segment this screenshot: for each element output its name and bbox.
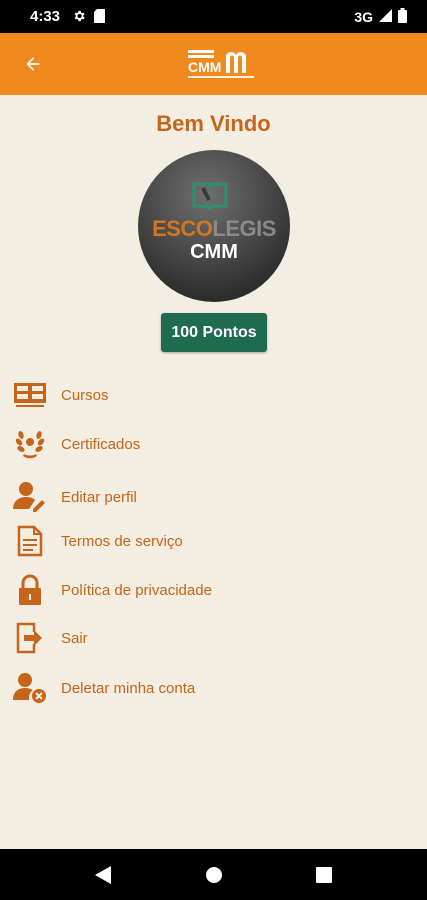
user-delete-icon <box>12 670 48 706</box>
menu-item-label: Termos de serviço <box>61 532 183 550</box>
circle-home-icon <box>206 867 222 883</box>
welcome-title: Bem Vindo <box>156 111 271 136</box>
menu-item-label: Editar perfil <box>61 488 137 506</box>
menu-item-label: Deletar minha conta <box>61 679 196 697</box>
content-area: Bem Vindo ESCOLEGIS CMM 100 Pontos Curso… <box>0 95 427 849</box>
menu-item-certificados[interactable]: Certificados <box>0 424 427 464</box>
system-nav-bar <box>0 849 427 900</box>
nav-home-button[interactable] <box>202 863 226 887</box>
network-type: 3G <box>354 9 373 25</box>
nav-back-button[interactable] <box>91 863 115 887</box>
avatar-title-legis: LEGIS <box>212 216 276 241</box>
menu-item-label: Cursos <box>61 386 109 404</box>
menu-item-label: Sair <box>61 629 88 647</box>
avatar-subtitle: CMM <box>190 241 238 263</box>
menu-item-label: Política de privacidade <box>61 581 212 599</box>
document-icon <box>12 523 48 559</box>
phone-screen: 4:33 3G CMM Bem Vindo ESCOLEGIS CMM 100 … <box>0 0 427 900</box>
status-time: 4:33 <box>30 8 61 25</box>
signal-icon <box>379 9 392 25</box>
user-edit-icon <box>12 479 48 515</box>
avatar: ESCOLEGIS CMM <box>138 150 290 302</box>
svg-text:CMM: CMM <box>188 59 221 75</box>
logout-icon <box>12 620 48 656</box>
avatar-title-esco: ESCO <box>152 216 213 241</box>
settings-icon <box>72 9 86 28</box>
menu-item-cursos[interactable]: Cursos <box>0 375 427 415</box>
book-icon <box>192 182 228 210</box>
menu-item-termos[interactable]: Termos de serviço <box>0 521 427 561</box>
menu-item-politica[interactable]: Política de privacidade <box>0 570 427 610</box>
menu-item-label: Certificados <box>61 435 141 453</box>
menu-item-sair[interactable]: Sair <box>0 618 427 658</box>
lock-icon <box>12 572 48 608</box>
nav-recents-button[interactable] <box>312 863 336 887</box>
status-bar: 4:33 3G <box>0 0 427 33</box>
app-logo: CMM <box>186 47 258 83</box>
back-button[interactable] <box>18 49 48 79</box>
laurel-icon <box>12 426 48 462</box>
app-bar: CMM <box>0 33 427 95</box>
battery-icon <box>398 8 407 26</box>
arrow-left-icon <box>26 57 40 71</box>
points-badge[interactable]: 100 Pontos <box>161 313 267 352</box>
triangle-back-icon <box>95 866 111 884</box>
square-recents-icon <box>316 867 332 883</box>
sim-card-icon <box>94 9 105 28</box>
menu-item-editar-perfil[interactable]: Editar perfil <box>0 477 427 517</box>
menu-item-deletar-conta[interactable]: Deletar minha conta <box>0 668 427 708</box>
courses-grid-icon <box>12 377 48 413</box>
